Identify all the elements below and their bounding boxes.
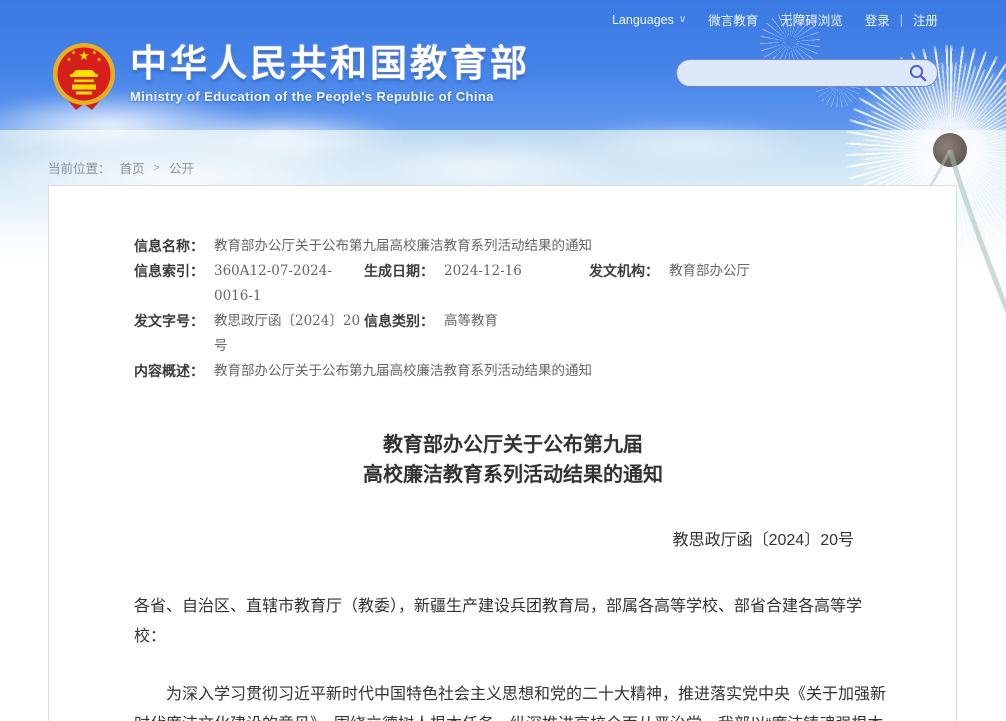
- meta-docnum-value: 教思政厅函〔2024〕20号: [214, 309, 364, 359]
- meta-org-value: 教育部办公厅: [669, 259, 750, 284]
- search-icon: [908, 63, 928, 83]
- document-panel: 信息名称： 教育部办公厅关于公布第九届高校廉洁教育系列活动结果的通知 信息索引：…: [48, 185, 957, 721]
- document-salutation: 各省、自治区、直辖市教育厅（教委），新疆生产建设兵团教育局，部属各高等学校、部省…: [134, 592, 892, 652]
- document-title-line2: 高校廉洁教育系列活动结果的通知: [134, 460, 892, 490]
- document-number: 教思政厅函〔2024〕20号: [134, 526, 892, 556]
- document-metadata: 信息名称： 教育部办公厅关于公布第九届高校廉洁教育系列活动结果的通知 信息索引：…: [134, 234, 892, 384]
- meta-org-label: 发文机构：: [589, 259, 669, 284]
- meta-name-value: 教育部办公厅关于公布第九届高校廉洁教育系列活动结果的通知: [214, 234, 592, 259]
- login-link[interactable]: 登录: [865, 10, 890, 29]
- languages-label: Languages: [612, 13, 674, 27]
- site-logo[interactable]: 中华人民共和国教育部 Ministry of Education of the …: [52, 42, 530, 112]
- register-link[interactable]: 注册: [913, 10, 938, 29]
- divider: |: [900, 13, 903, 27]
- meta-row-index: 信息索引： 360A12-07-2024-0016-1 生成日期： 2024-1…: [134, 259, 892, 309]
- document-title: 教育部办公厅关于公布第九届 高校廉洁教育系列活动结果的通知: [134, 430, 892, 490]
- accessibility-link[interactable]: 无障碍浏览: [780, 10, 843, 29]
- breadcrumb-current-link[interactable]: 公开: [169, 158, 194, 177]
- weiyan-education-link[interactable]: 微言教育: [708, 10, 758, 29]
- meta-index-value: 360A12-07-2024-0016-1: [214, 259, 364, 309]
- page: Languages ∨ 微言教育 无障碍浏览 登录 | 注册: [0, 0, 1006, 721]
- meta-date-label: 生成日期：: [364, 259, 444, 284]
- meta-row-summary: 内容概述： 教育部办公厅关于公布第九届高校廉洁教育系列活动结果的通知: [134, 359, 892, 384]
- meta-index-label: 信息索引：: [134, 259, 214, 284]
- meta-summary-value: 教育部办公厅关于公布第九届高校廉洁教育系列活动结果的通知: [214, 359, 592, 384]
- site-subtitle: Ministry of Education of the People's Re…: [130, 89, 530, 104]
- document-body: 各省、自治区、直辖市教育厅（教委），新疆生产建设兵团教育局，部属各高等学校、部省…: [134, 592, 892, 721]
- national-emblem-icon: [52, 42, 116, 112]
- breadcrumb-separator: >: [154, 162, 160, 174]
- search-button[interactable]: [907, 62, 929, 84]
- meta-name-label: 信息名称：: [134, 234, 214, 259]
- search-bar: [676, 59, 938, 87]
- chevron-down-icon: ∨: [679, 14, 686, 25]
- meta-date-value: 2024-12-16: [444, 259, 589, 284]
- meta-category-value: 高等教育: [444, 309, 498, 334]
- site-title: 中华人民共和国教育部: [130, 42, 530, 86]
- meta-docnum-label: 发文字号：: [134, 309, 214, 334]
- document-paragraph: 为深入学习贯彻习近平新时代中国特色社会主义思想和党的二十大精神，推进落实党中央《…: [134, 680, 892, 721]
- breadcrumb-home-link[interactable]: 首页: [120, 158, 145, 177]
- breadcrumb: 当前位置： 首页 > 公开: [48, 158, 194, 177]
- meta-row-docnum: 发文字号： 教思政厅函〔2024〕20号 信息类别： 高等教育: [134, 309, 892, 359]
- document-title-line1: 教育部办公厅关于公布第九届: [134, 430, 892, 460]
- meta-category-label: 信息类别：: [364, 309, 444, 334]
- search-input[interactable]: [691, 62, 907, 84]
- meta-row-name: 信息名称： 教育部办公厅关于公布第九届高校廉洁教育系列活动结果的通知: [134, 234, 892, 259]
- languages-menu[interactable]: Languages ∨: [612, 13, 686, 27]
- meta-summary-label: 内容概述：: [134, 359, 214, 384]
- utility-nav: Languages ∨ 微言教育 无障碍浏览 登录 | 注册: [612, 10, 938, 29]
- breadcrumb-label: 当前位置：: [48, 158, 111, 177]
- cloud-decoration: [560, 120, 820, 170]
